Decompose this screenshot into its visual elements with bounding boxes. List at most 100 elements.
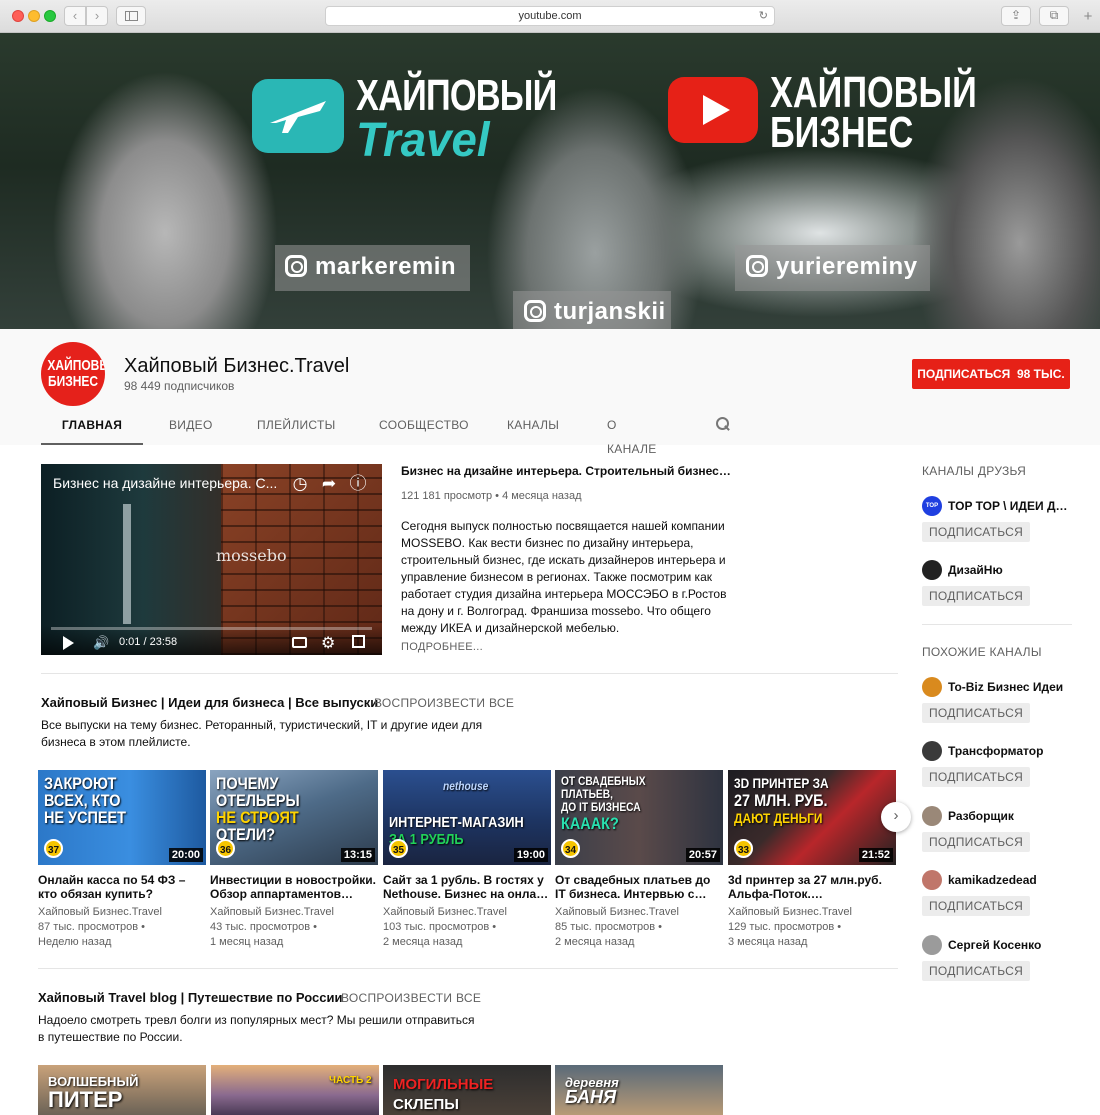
channel-avatar[interactable] <box>922 741 942 761</box>
instagram-handle-left: markeremin <box>285 253 456 281</box>
sidebar-channel-name[interactable]: kamikadzedead <box>948 873 1074 887</box>
video-card[interactable]: ОТ СВАДЕБНЫХ ПЛАТЬЕВ, ДО IT БИЗНЕСА КАААК?… <box>555 770 723 950</box>
sidebar-subscribe-button[interactable]: ПОДПИСАТЬСЯ <box>922 832 1031 852</box>
video-thumbnail[interactable]: ЧАСТЬ 2 <box>211 1065 379 1115</box>
sidebar-subscribe-button[interactable]: ПОДПИСАТЬСЯ <box>922 586 1031 606</box>
share-button[interactable]: ⇪ <box>1001 6 1031 26</box>
channel-search-icon[interactable] <box>716 417 730 431</box>
video-thumbnail[interactable]: МОГИЛЬНЫЕ СКЛЕПЫ <box>383 1065 551 1115</box>
video-duration: 20:57 <box>685 848 720 862</box>
subscribe-button[interactable]: ПОДПИСАТЬСЯ 98 ТЫС. <box>912 359 1070 389</box>
channel-banner: ХАЙПОВЫЙ Travel ХАЙПОВЫЙ БИЗНЕС markerem… <box>0 33 1100 329</box>
address-bar[interactable]: youtube.com ↻ <box>325 6 775 26</box>
channel-avatar[interactable] <box>922 560 942 580</box>
back-button[interactable]: ‹ <box>64 6 86 26</box>
play-all-button[interactable]: ВОСПРОИЗВЕСТИ ВСЕ <box>341 991 481 1005</box>
sidebar-subscribe-button[interactable]: ПОДПИСАТЬСЯ <box>922 961 1031 981</box>
video-thumbnail[interactable]: ОТ СВАДЕБНЫХ ПЛАТЬЕВ, ДО IT БИЗНЕСА КАААК?… <box>555 770 723 865</box>
tab-channels[interactable]: КАНАЛЫ <box>507 413 559 445</box>
video-channel[interactable]: Хайповый Бизнес.Travel <box>38 905 206 920</box>
instagram-handle-center: turjanskii <box>524 298 666 326</box>
video-thumbnail[interactable]: 3D ПРИНТЕР ЗА 27 МЛН. РУБ. ДАЮТ ДЕНЬГИ 33 … <box>728 770 896 865</box>
subscribe-label: ПОДПИСАТЬСЯ <box>917 367 1011 381</box>
play-all-button[interactable]: ВОСПРОИЗВЕСТИ ВСЕ <box>374 696 514 710</box>
gear-icon[interactable]: ⚙ <box>321 633 335 653</box>
shelf-next-arrow[interactable]: › <box>881 802 911 832</box>
sidebar-subscribe-button[interactable]: ПОДПИСАТЬСЯ <box>922 896 1031 916</box>
channel-avatar[interactable] <box>922 870 942 890</box>
progress-bar[interactable] <box>51 627 372 630</box>
video-thumbnail[interactable]: nethouse ИНТЕРНЕТ-МАГАЗИН ЗА 1 РУБЛЬ 35 1… <box>383 770 551 865</box>
read-more-link[interactable]: ПОДРОБНЕЕ... <box>401 641 483 653</box>
video-thumbnail[interactable]: деревня БАНЯ <box>555 1065 723 1115</box>
subtitles-icon[interactable] <box>292 637 307 648</box>
sidebar-subscribe-button[interactable]: ПОДПИСАТЬСЯ <box>922 767 1031 787</box>
video-title[interactable]: От свадебных платьев до IT бизнеса. Инте… <box>555 873 723 901</box>
sidebar-channel-name[interactable]: TOP TOP \ ИДЕИ ДЛЯ … <box>948 499 1074 513</box>
close-window-button[interactable] <box>12 10 24 22</box>
video-channel[interactable]: Хайповый Бизнес.Travel <box>555 905 723 920</box>
video-thumbnail[interactable]: ПОЧЕМУ ОТЕЛЬЕРЫ НЕ СТРОЯТ ОТЕЛИ? 36 13:15 <box>210 770 378 865</box>
info-icon[interactable]: ⓘ <box>348 474 368 494</box>
fullscreen-icon[interactable] <box>352 635 365 648</box>
volume-icon[interactable]: 🔊 <box>93 635 109 651</box>
watch-later-icon[interactable]: ◷ <box>290 474 310 494</box>
video-channel[interactable]: Хайповый Бизнес.Travel <box>210 905 378 920</box>
sidebar-toggle-button[interactable] <box>116 6 146 26</box>
video-card[interactable]: nethouse ИНТЕРНЕТ-МАГАЗИН ЗА 1 РУБЛЬ 35 1… <box>383 770 551 950</box>
forward-button[interactable]: › <box>86 6 108 26</box>
show-tabs-button[interactable]: ⧉ <box>1039 6 1069 26</box>
episode-number-badge: 33 <box>734 839 753 858</box>
video-title[interactable]: Инвестиции в новостройки. Обзор аппартам… <box>210 873 378 901</box>
tab-about[interactable]: О КАНАЛЕ <box>607 413 657 456</box>
tab-home[interactable]: ГЛАВНАЯ <box>41 413 143 445</box>
sidebar-channel-name[interactable]: Разборщик <box>948 809 1074 823</box>
avatar-text-line2: БИЗНЕС <box>47 373 99 390</box>
share-icon[interactable]: ➦ <box>319 474 339 494</box>
video-title[interactable]: Онлайн касса по 54 ФЗ – кто обязан купит… <box>38 873 206 901</box>
shelf-title[interactable]: Хайповый Бизнес | Идеи для бизнеса | Все… <box>41 695 378 710</box>
video-age: 2 месяца назад <box>383 936 463 948</box>
youtube-play-logo <box>668 77 758 143</box>
video-age: Неделю назад <box>38 936 112 948</box>
video-thumbnail[interactable]: ЗАКРОЮТ ВСЕХ, КТО НЕ УСПЕЕТ 37 20:00 <box>38 770 206 865</box>
featured-video-player[interactable]: mossebo Бизнес на дизайне интерьера. С..… <box>41 464 382 655</box>
subscriber-count: 98 449 подписчиков <box>124 379 235 393</box>
sidebar-subscribe-button[interactable]: ПОДПИСАТЬСЯ <box>922 522 1031 542</box>
tab-playlists[interactable]: ПЛЕЙЛИСТЫ <box>257 413 336 445</box>
sidebar-channel-name[interactable]: Трансформатор <box>948 744 1074 758</box>
divider <box>41 673 898 674</box>
video-card[interactable]: 3D ПРИНТЕР ЗА 27 МЛН. РУБ. ДАЮТ ДЕНЬГИ 33 … <box>728 770 896 950</box>
zoom-window-button[interactable] <box>44 10 56 22</box>
channel-avatar[interactable] <box>922 935 942 955</box>
channel-avatar[interactable] <box>922 677 942 697</box>
video-title[interactable]: Сайт за 1 рубль. В гостях у Nethouse. Би… <box>383 873 551 901</box>
tab-community[interactable]: СООБЩЕСТВО <box>379 413 469 445</box>
video-duration: 20:00 <box>168 848 203 862</box>
sidebar-subscribe-button[interactable]: ПОДПИСАТЬСЯ <box>922 703 1031 723</box>
channel-avatar[interactable]: TOP TOP <box>922 496 942 516</box>
video-thumbnail[interactable]: ВОЛШЕБНЫЙ ПИТЕР <box>38 1065 206 1115</box>
shelf-title[interactable]: Хайповый Travel blog | Путешествие по Ро… <box>38 990 342 1005</box>
play-icon[interactable] <box>63 636 74 650</box>
banner-right-brand-subtitle: БИЗНЕС <box>770 108 914 157</box>
instagram-handle-right: yuriereminу <box>746 253 918 281</box>
channel-avatar[interactable]: ХАЙПОВЫЙ БИЗНЕС <box>41 342 105 406</box>
player-title[interactable]: Бизнес на дизайне интерьера. С... <box>53 475 277 491</box>
new-tab-button[interactable]: + <box>1080 9 1096 26</box>
video-card[interactable]: ЗАКРОЮТ ВСЕХ, КТО НЕ УСПЕЕТ 37 20:00 Онлай… <box>38 770 206 950</box>
tab-videos[interactable]: ВИДЕО <box>169 413 213 445</box>
video-card[interactable]: ПОЧЕМУ ОТЕЛЬЕРЫ НЕ СТРОЯТ ОТЕЛИ? 36 13:15 … <box>210 770 378 950</box>
thumbnail-text: ОТ СВАДЕБНЫХ ПЛАТЬЕВ, ДО IT БИЗНЕСА КАААК? <box>561 774 646 834</box>
reload-icon[interactable]: ↻ <box>759 7 768 25</box>
channel-avatar[interactable] <box>922 806 942 826</box>
sidebar-channel-name[interactable]: To-Biz Бизнес Идеи <box>948 680 1074 694</box>
sidebar-channel-name[interactable]: ДизайНю <box>948 563 1074 577</box>
minimize-window-button[interactable] <box>28 10 40 22</box>
video-title[interactable]: 3d принтер за 27 млн.руб. Альфа-Поток.… <box>728 873 896 901</box>
sidebar-channel-name[interactable]: Сергей Косенко <box>948 938 1074 952</box>
featured-video-title[interactable]: Бизнес на дизайне интерьера. Строительны… <box>401 464 731 478</box>
banner-left-brand-subtitle: Travel <box>356 114 490 167</box>
video-channel[interactable]: Хайповый Бизнес.Travel <box>383 905 551 920</box>
video-channel[interactable]: Хайповый Бизнес.Travel <box>728 905 896 920</box>
